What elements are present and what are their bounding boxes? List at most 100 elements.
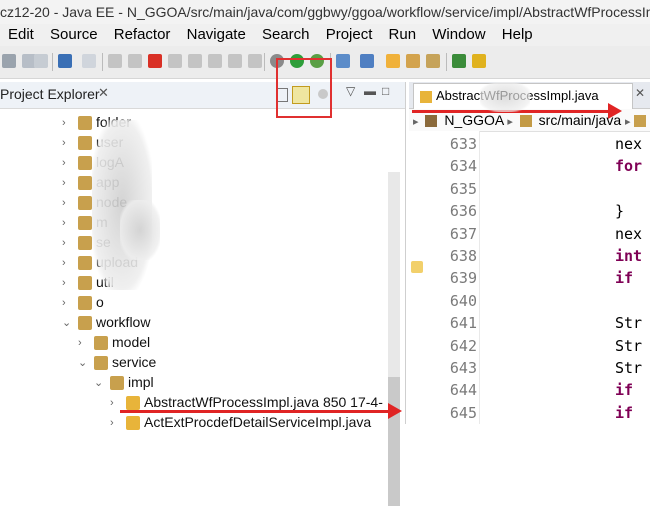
line-number: 644 [449,381,477,400]
chevron-right-icon[interactable]: › [62,176,72,190]
package-icon [78,296,92,310]
step-return-icon[interactable] [228,54,242,68]
step-into-icon[interactable] [188,54,202,68]
tree-item-label: o [96,294,104,310]
blur-overlay [120,200,160,260]
disconnect-icon[interactable] [168,54,182,68]
save-all-icon[interactable] [2,54,16,68]
code-line[interactable]: } [615,202,624,220]
tab-close-icon[interactable]: ✕ [635,86,645,100]
chevron-right-icon[interactable]: › [62,256,72,270]
new-server-icon[interactable] [336,54,350,68]
minimize-icon[interactable]: ▬ [364,84,376,98]
package-icon [78,176,92,190]
marker-icon[interactable] [411,261,423,273]
code-line[interactable]: if [615,404,633,422]
window-title: cz12-20 - Java EE - N_GGOA/src/main/java… [0,0,650,24]
menu-navigate[interactable]: Navigate [187,24,246,46]
close-icon[interactable]: ✕ [98,85,109,101]
code-line[interactable]: Str [615,314,642,332]
code-line[interactable]: if [615,381,633,399]
java-file-icon [126,416,140,430]
menu-help[interactable]: Help [502,24,533,46]
chevron-down-icon[interactable]: ⌄ [62,316,72,330]
menu-edit[interactable]: Edit [8,24,34,46]
chevron-right-icon[interactable]: › [62,196,72,210]
line-number: 634 [449,157,477,176]
project-icon [425,115,438,128]
code-line[interactable]: Str [615,337,642,355]
chevron-right-icon[interactable]: › [62,276,72,290]
code-line[interactable]: int [615,247,642,265]
chevron-right-icon[interactable]: › [110,416,120,430]
package-icon [634,115,647,128]
menu-project[interactable]: Project [326,24,373,46]
maximize-icon[interactable]: □ [382,84,389,98]
chevron-right-icon[interactable]: › [62,156,72,170]
package-icon [94,356,108,370]
menu-search[interactable]: Search [262,24,310,46]
breadcrumb-project[interactable]: N_GGOA [444,112,503,128]
package-icon [78,136,92,150]
mark-occurrences-icon[interactable] [472,54,486,68]
line-number: 635 [449,179,477,198]
line-number: 639 [449,269,477,288]
package-icon [110,376,124,390]
project-explorer-title: Project Explorer [0,86,100,102]
tree-item-label: ActExtProcdefDetailServiceImpl.java [144,414,372,430]
blur-overlay [480,82,530,112]
chevron-right-icon[interactable]: › [62,296,72,310]
chevron-right-icon[interactable]: › [110,396,120,410]
menu-refactor[interactable]: Refactor [114,24,171,46]
line-number: 641 [449,314,477,333]
chevron-right-icon[interactable]: › [62,216,72,230]
package-icon [78,116,92,130]
code-line[interactable]: for [615,157,642,175]
chevron-right-icon[interactable]: › [62,236,72,250]
chevron-right-icon[interactable]: › [62,116,72,130]
project-explorer-header: Project Explorer ✕ ▽ ▬ □ [0,82,405,109]
code-line[interactable]: nex [615,225,642,243]
suspend-icon[interactable] [128,54,142,68]
package-icon [78,196,92,210]
chevron-right-icon[interactable]: › [78,336,88,350]
new-web-project-icon[interactable] [360,54,374,68]
line-number: 636 [449,202,477,221]
package-icon [94,336,108,350]
menu-run[interactable]: Run [389,24,417,46]
step-over-icon[interactable] [208,54,222,68]
code-line[interactable]: Str [615,359,642,377]
package-icon [78,156,92,170]
red-arrow-bottom [120,410,390,413]
open-type-icon[interactable] [386,54,400,68]
chevron-down-icon[interactable]: ⌄ [94,376,104,390]
print-icon[interactable] [34,54,48,68]
drop-to-frame-icon[interactable] [248,54,262,68]
line-number: 640 [449,291,477,310]
skip-breakpoints-icon[interactable] [82,54,96,68]
arrow-head-top [608,103,622,119]
menu-source[interactable]: Source [50,24,98,46]
source-folder-icon [519,115,532,128]
tree-item-label: model [112,334,151,350]
chevron-right-icon[interactable]: › [62,136,72,150]
menu-window[interactable]: Window [432,24,485,46]
code-line[interactable]: if [615,269,633,287]
code-line[interactable]: nex [615,135,642,153]
terminate-icon[interactable] [148,54,162,68]
resume-icon[interactable] [108,54,122,68]
tree-scrollbar-thumb[interactable] [388,377,400,506]
tree-item-label: impl [128,374,154,390]
view-dropdown-icon[interactable]: ▽ [346,84,355,98]
java-file-icon [420,90,432,103]
chevron-down-icon[interactable]: ⌄ [78,356,88,370]
package-icon [78,236,92,250]
tree-item-label: workflow [96,314,151,330]
arrow-head-bottom [388,403,402,419]
tree-item-label: service [112,354,157,370]
open-folder-icon[interactable] [406,54,420,68]
pin-icon[interactable] [452,54,466,68]
search-icon[interactable] [426,54,440,68]
terminal-icon[interactable] [58,54,72,68]
package-icon [78,256,92,270]
